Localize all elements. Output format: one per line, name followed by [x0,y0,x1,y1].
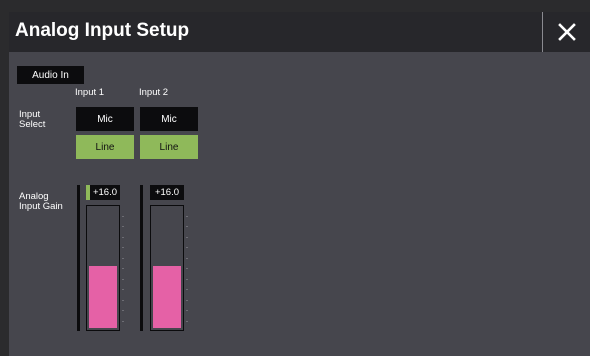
meter-tick [122,226,124,227]
input-1-gain-meter[interactable] [86,205,120,331]
meter-tick [186,278,188,280]
page-title: Analog Input Setup [15,20,190,41]
meter-tick [122,299,124,301]
input-2-gain-meter[interactable] [150,205,184,331]
meter-tick [186,289,188,290]
meter-tick [122,247,124,248]
input-2-mic-button[interactable]: Mic [140,107,198,131]
meter-tick [122,278,124,280]
meter-tick [122,257,124,259]
input-1-gain-slider-track[interactable] [77,185,80,331]
meter-tick [122,236,124,238]
analog-input-gain-label: Analog Input Gain [19,191,63,212]
meter-tick [122,215,124,217]
meter-tick [186,247,188,248]
input-2-gain-slider-track[interactable] [140,185,143,331]
input-2-line-button[interactable]: Line [140,135,198,159]
meter-tick [186,320,188,322]
meter-tick [186,310,188,311]
input-2-meter-scale [186,205,188,331]
meter-tick [186,257,188,259]
title-bar: Analog Input Setup [9,12,590,52]
close-button[interactable] [542,12,590,52]
meter-tick [186,236,188,238]
analog-input-setup-screen: Analog Input Setup Audio In Input 1 Inpu… [9,12,590,356]
meter-tick [122,320,124,322]
input-2-gain-meter-fill [153,265,181,328]
input-select-label: Input Select [19,109,46,130]
meter-tick [186,299,188,301]
meter-tick [186,268,188,269]
meter-tick [186,226,188,227]
input-1-mic-button[interactable]: Mic [76,107,134,131]
input-1-gain-meter-fill [89,265,117,328]
input-2-column-label: Input 2 [139,87,169,98]
meter-tick [122,310,124,311]
meter-tick [186,215,188,217]
audio-in-tab[interactable]: Audio In [17,66,84,84]
meter-tick [122,268,124,269]
input-2-gain-value[interactable]: +16.0 [150,185,184,200]
input-1-line-button[interactable]: Line [76,135,134,159]
close-icon [557,23,576,41]
input-1-gain-value[interactable]: +16.0 [86,185,120,200]
input-1-column-label: Input 1 [75,87,105,98]
meter-tick [122,289,124,290]
input-1-meter-scale [122,205,124,331]
